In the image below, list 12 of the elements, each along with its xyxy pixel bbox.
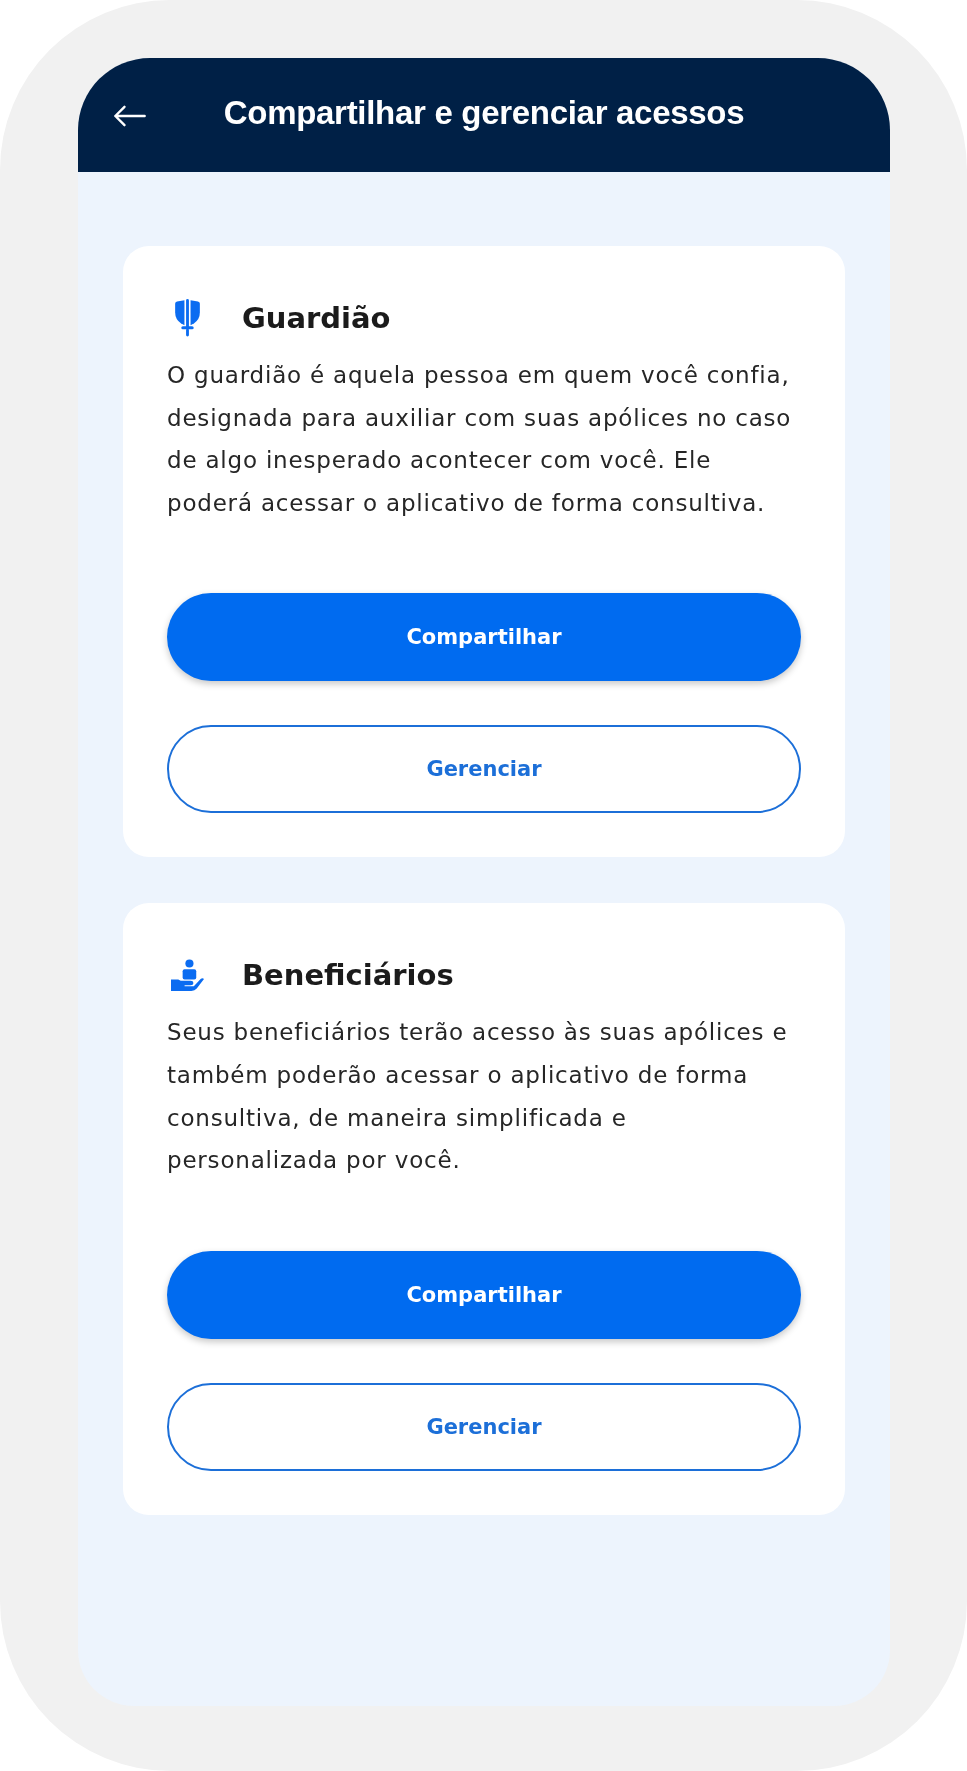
header-title: Compartilhar e gerenciar acessos xyxy=(223,93,745,133)
shield-sword-icon xyxy=(173,299,201,337)
card-title: Guardião xyxy=(242,300,391,337)
outline-button[interactable]: Gerenciar xyxy=(167,725,801,814)
card-description: O guardião é aquela pessoa em quem você confia, designada para auxiliar com suas apólices no caso de algo inesperado acontecer com você. Ele poderá acessar o aplicativo de forma consultiva. xyxy=(167,361,793,518)
back-arrow-icon[interactable] xyxy=(113,105,147,127)
card-title: Beneficiários xyxy=(242,957,454,995)
card-description: Seus beneficiários terão acesso às suas apólices e também poderão acessar o aplicativo de forma consultiva, de maneira simplificada e personalizada por você. xyxy=(167,1018,789,1176)
primary-button[interactable]: Compartilhar xyxy=(167,1250,801,1339)
primary-button[interactable]: Compartilhar xyxy=(167,593,801,682)
outline-button[interactable]: Gerenciar xyxy=(167,1382,801,1471)
hand-person-icon xyxy=(170,958,204,992)
